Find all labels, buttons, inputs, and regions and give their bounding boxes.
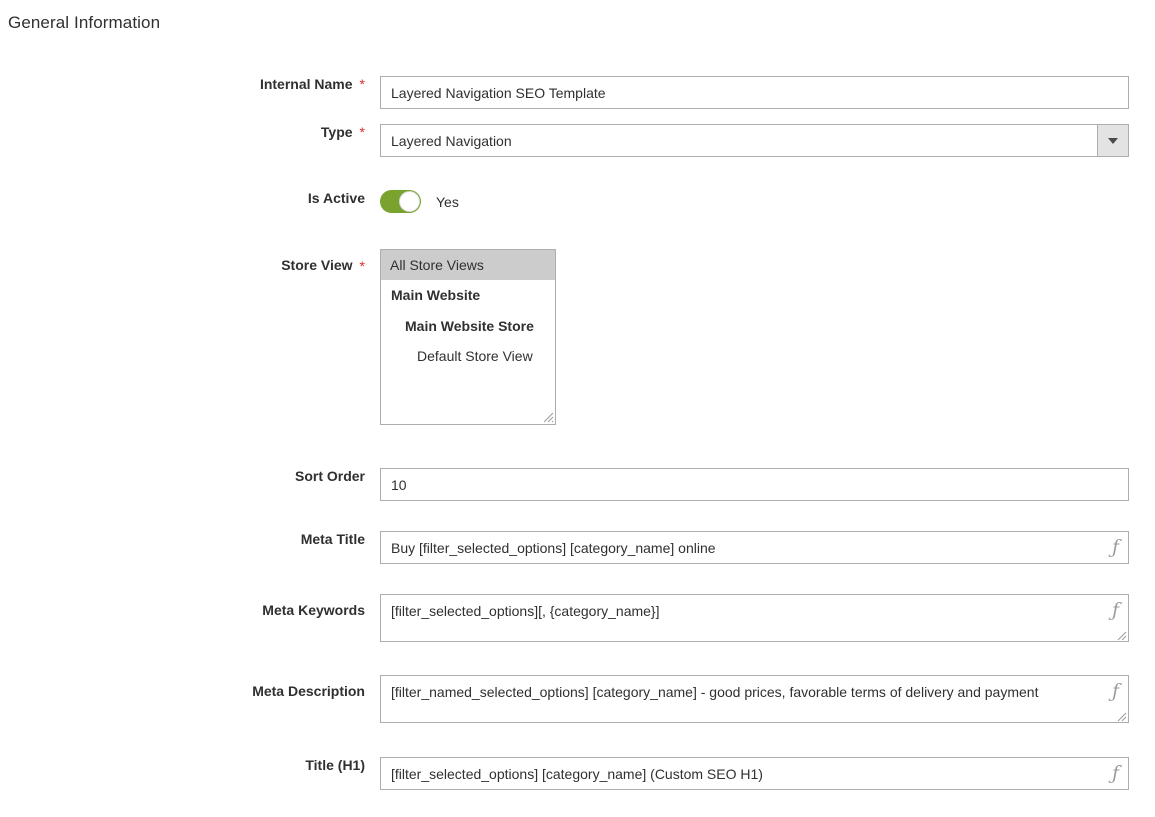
meta-keywords-label: Meta Keywords — [262, 602, 365, 619]
type-label: Type — [320, 124, 353, 140]
caret-glyph — [1108, 137, 1118, 144]
label-cell-is-active: Is Active — [0, 187, 380, 207]
label-cell-meta-description: Meta Description — [0, 675, 380, 708]
store-view-label: Store View — [281, 257, 353, 274]
title-h1-label: Title (H1) — [305, 757, 365, 773]
meta-keywords-textarea[interactable] — [380, 594, 1129, 642]
control-cell-store-view: All Store Views Main Website Main Websit… — [380, 249, 1155, 425]
label-cell-meta-keywords: Meta Keywords — [0, 594, 380, 627]
chevron-down-icon[interactable] — [1097, 125, 1128, 156]
function-variable-icon[interactable]: ƒ — [1112, 682, 1119, 701]
control-cell-meta-keywords: ƒ — [380, 594, 1155, 645]
label-cell-store-view: Store View * — [0, 249, 380, 282]
is-active-toggle-row: Yes — [380, 190, 1155, 213]
store-view-option-main-website[interactable]: Main Website — [381, 280, 555, 310]
meta-description-wrapper: ƒ — [380, 675, 1129, 723]
store-view-multiselect[interactable]: All Store Views Main Website Main Websit… — [380, 249, 556, 425]
control-cell-internal-name — [380, 76, 1155, 109]
field-row-title-h1: Title (H1) ƒ — [0, 757, 1155, 807]
required-asterisk: * — [359, 76, 365, 93]
meta-description-label: Meta Description — [252, 683, 365, 700]
control-cell-title-h1: ƒ — [380, 757, 1155, 790]
function-variable-icon[interactable]: ƒ — [1112, 764, 1119, 783]
label-cell-meta-title: Meta Title — [0, 531, 380, 548]
title-h1-input[interactable] — [380, 757, 1129, 790]
required-asterisk: * — [359, 124, 365, 141]
toggle-knob — [399, 191, 420, 212]
field-row-meta-description: Meta Description ƒ — [0, 675, 1155, 757]
is-active-toggle[interactable] — [380, 190, 421, 213]
field-row-type: Type * — [0, 124, 1155, 187]
control-cell-is-active: Yes — [380, 187, 1155, 213]
label-cell-type: Type * — [0, 124, 380, 141]
label-cell-internal-name: Internal Name * — [0, 76, 380, 93]
sort-order-label: Sort Order — [294, 468, 365, 484]
meta-keywords-wrapper: ƒ — [380, 594, 1129, 642]
title-h1-wrapper: ƒ — [380, 757, 1129, 790]
control-cell-type — [380, 124, 1155, 157]
field-row-internal-name: Internal Name * — [0, 76, 1155, 124]
resize-grip-icon[interactable] — [1115, 709, 1127, 722]
general-information-form: Internal Name * Type * Is Active — [0, 76, 1155, 807]
field-row-store-view: Store View * All Store Views Main Websit… — [0, 249, 1155, 468]
function-variable-icon[interactable]: ƒ — [1112, 538, 1119, 557]
function-variable-icon[interactable]: ƒ — [1112, 601, 1119, 620]
store-view-option-main-website-store[interactable]: Main Website Store — [381, 311, 555, 341]
field-row-is-active: Is Active Yes — [0, 187, 1155, 249]
is-active-state-label: Yes — [436, 193, 459, 210]
required-asterisk: * — [359, 257, 365, 274]
label-cell-sort-order: Sort Order — [0, 468, 380, 485]
sort-order-input[interactable] — [380, 468, 1129, 501]
control-cell-meta-description: ƒ — [380, 675, 1155, 726]
meta-title-input[interactable] — [380, 531, 1129, 564]
internal-name-input[interactable] — [380, 76, 1129, 109]
control-cell-sort-order — [380, 468, 1155, 501]
internal-name-label: Internal Name — [259, 76, 353, 92]
store-view-option-all-store-views[interactable]: All Store Views — [381, 250, 555, 281]
meta-description-textarea[interactable] — [380, 675, 1129, 723]
page-title: General Information — [8, 13, 161, 32]
resize-grip-icon[interactable] — [1115, 628, 1127, 641]
type-select-wrapper — [380, 124, 1129, 157]
label-cell-title-h1: Title (H1) — [0, 757, 380, 774]
resize-grip-icon[interactable] — [541, 410, 554, 423]
store-view-option-default-store-view[interactable]: Default Store View — [381, 341, 555, 371]
type-select[interactable] — [380, 124, 1129, 157]
meta-title-wrapper: ƒ — [380, 531, 1129, 564]
control-cell-meta-title: ƒ — [380, 531, 1155, 564]
field-row-meta-title: Meta Title ƒ — [0, 531, 1155, 594]
field-row-meta-keywords: Meta Keywords ƒ — [0, 594, 1155, 675]
is-active-label: Is Active — [307, 190, 365, 206]
field-row-sort-order: Sort Order — [0, 468, 1155, 531]
meta-title-label: Meta Title — [300, 531, 365, 547]
